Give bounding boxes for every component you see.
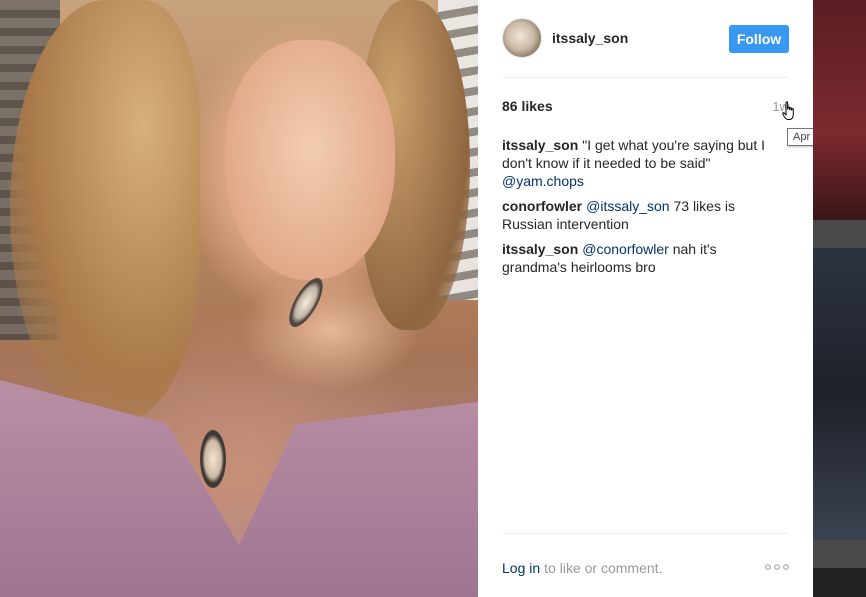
- background-thumbnail: [813, 0, 866, 220]
- photo-face: [225, 40, 395, 280]
- login-prompt-text: to like or comment.: [544, 560, 663, 576]
- mention-link[interactable]: @yam.chops: [502, 173, 584, 189]
- hand-cursor-icon: [782, 101, 794, 120]
- post-header: itssaly_son Follow: [502, 18, 789, 58]
- mention-link[interactable]: @conorfowler: [582, 241, 669, 257]
- likes-count[interactable]: 86 likes: [502, 98, 553, 114]
- avatar[interactable]: [502, 18, 542, 58]
- post-footer: Log in to like or comment.: [502, 557, 789, 579]
- comment-author-link[interactable]: itssaly_son: [502, 137, 578, 153]
- photo-shirt: [0, 380, 478, 597]
- header-divider: [502, 77, 789, 78]
- photo-hair-left: [10, 0, 200, 420]
- comment-author-link[interactable]: conorfowler: [502, 198, 582, 214]
- background-thumbnail: [813, 568, 866, 597]
- background-feed-strip: [813, 0, 866, 597]
- follow-button[interactable]: Follow: [729, 25, 789, 53]
- background-thumbnail: [813, 248, 866, 540]
- comment-item: itssaly_son @conorfowler nah it's grandma…: [502, 240, 784, 276]
- login-link[interactable]: Log in: [502, 560, 540, 576]
- comment-author-link[interactable]: itssaly_son: [502, 241, 578, 257]
- post-details-panel: itssaly_son Follow 86 likes 1w Apr 19, 2…: [478, 0, 862, 597]
- comment-item: conorfowler @itssaly_son 73 likes is Russ…: [502, 197, 784, 233]
- comment-item: itssaly_son "I get what you're saying but…: [502, 136, 784, 190]
- post-photo[interactable]: [0, 0, 478, 597]
- username-link[interactable]: itssaly_son: [552, 30, 628, 46]
- footer-divider: [502, 533, 789, 534]
- mention-link[interactable]: @itssaly_son: [586, 198, 669, 214]
- more-options-icon[interactable]: [765, 563, 789, 571]
- background-gap: [813, 220, 866, 248]
- photo-necklace: [200, 430, 226, 488]
- comment-list: itssaly_son "I get what you're saying but…: [502, 136, 784, 283]
- photo-ring: [282, 273, 330, 332]
- background-gap: [813, 540, 866, 568]
